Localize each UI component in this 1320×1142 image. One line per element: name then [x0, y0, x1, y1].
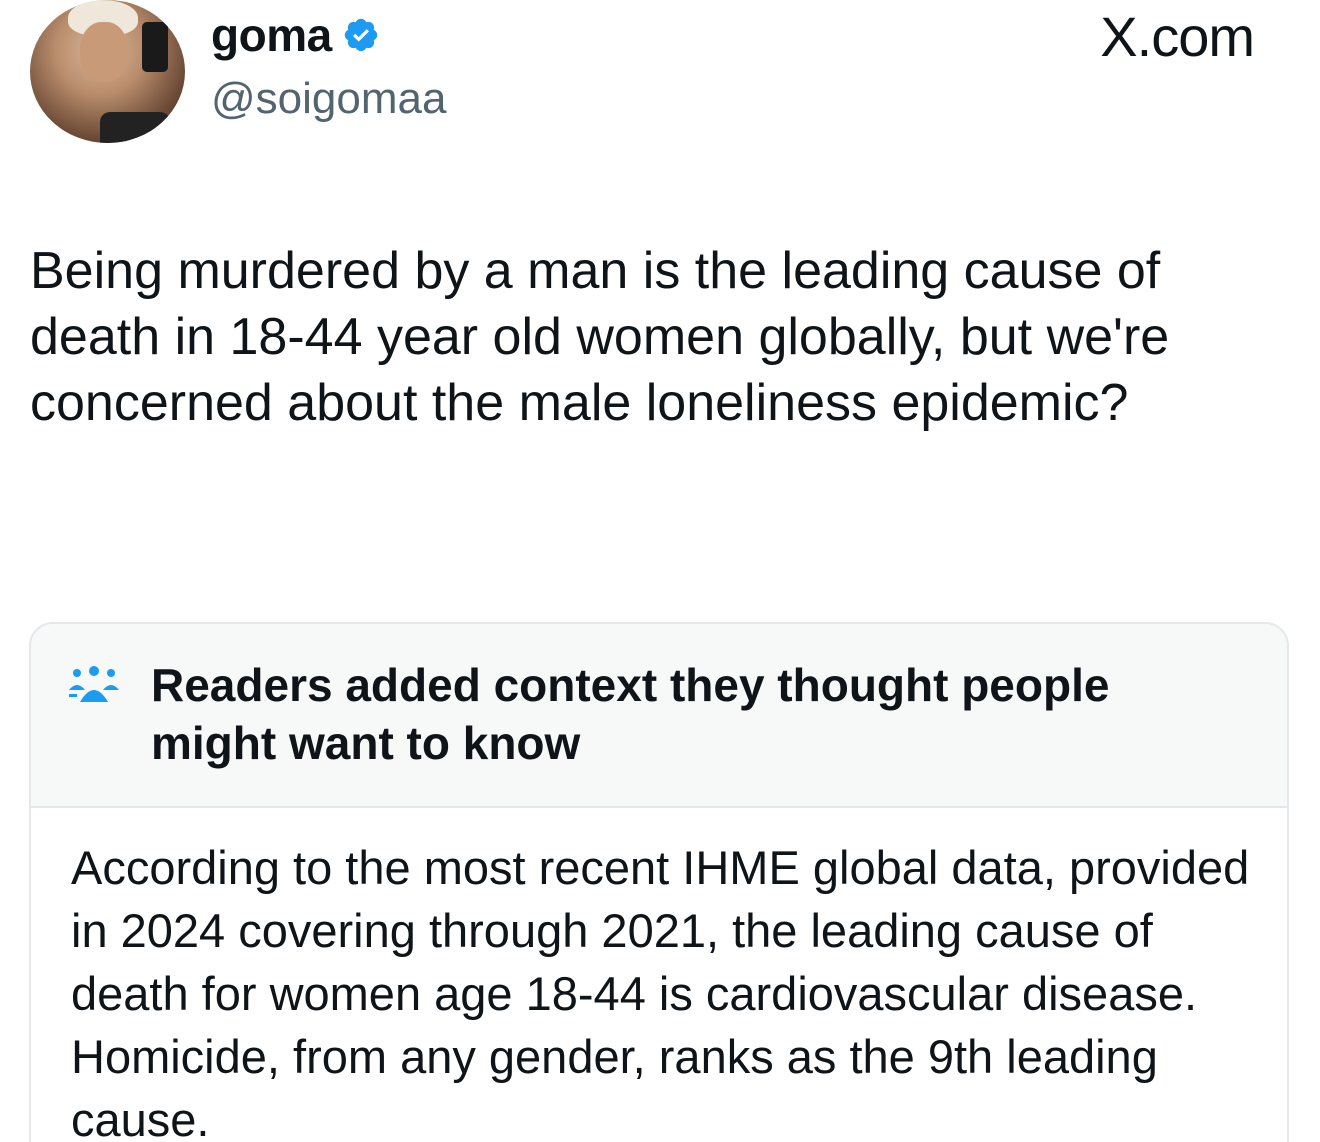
- verified-badge-icon: [344, 18, 377, 52]
- author-handle[interactable]: @soigomaa: [211, 74, 446, 124]
- community-note-body: According to the most recent IHME global…: [71, 841, 1250, 1142]
- community-note-title: Readers added context they thought peopl…: [151, 659, 1110, 769]
- avatar-clothing: [100, 112, 170, 143]
- avatar[interactable]: [30, 0, 185, 143]
- community-note: Readers added context they thought peopl…: [29, 622, 1289, 1142]
- avatar-phone: [142, 22, 168, 72]
- tweet-screenshot: goma @soigomaa X.com Being murdered by a…: [0, 0, 1320, 1142]
- community-notes-icon: [69, 666, 119, 702]
- author-name-row[interactable]: goma: [211, 8, 380, 62]
- tweet-text: Being murdered by a man is the leading c…: [30, 242, 1170, 432]
- community-note-header: Readers added context they thought peopl…: [31, 624, 1287, 808]
- avatar-face: [80, 22, 128, 82]
- author-display-name[interactable]: goma: [211, 8, 332, 62]
- brand-watermark: X.com: [1100, 5, 1255, 68]
